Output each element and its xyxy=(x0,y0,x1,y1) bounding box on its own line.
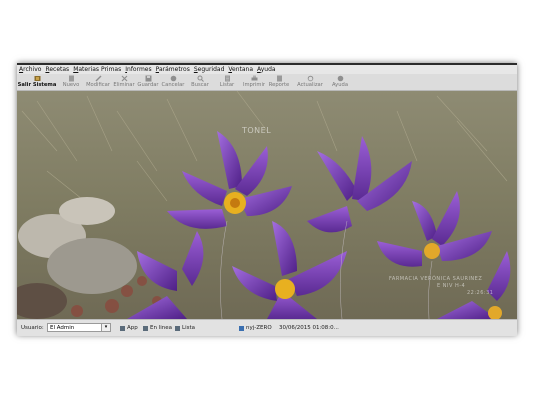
ready-status: Lista xyxy=(175,320,195,336)
cancel-icon xyxy=(170,75,177,82)
print-icon xyxy=(251,75,258,82)
delete-icon xyxy=(121,75,128,82)
refresh-button[interactable]: Actualizar xyxy=(296,74,324,90)
new-button[interactable]: Nuevo xyxy=(61,74,81,90)
online-status: En linea xyxy=(143,320,172,336)
watermark-right-line3: 22:26:31 xyxy=(467,290,494,296)
watermark-center: TONEL xyxy=(242,126,272,135)
watermark-right-line1: FARMACIA VERÓNICA SAURINEZ xyxy=(389,276,483,282)
new-label: Nuevo xyxy=(62,82,80,88)
app-label: App xyxy=(127,325,138,331)
search-label: Buscar xyxy=(191,82,209,88)
cancel-label: Cancelar xyxy=(161,82,185,88)
edit-button[interactable]: Modificar xyxy=(85,74,111,90)
edit-icon xyxy=(95,75,102,82)
list-icon xyxy=(224,75,231,82)
delete-label: Eliminar xyxy=(113,82,135,88)
menu-materias-primas[interactable]: Materias Primas xyxy=(73,65,121,74)
list-label: Listar xyxy=(219,82,235,88)
print-button[interactable]: Imprimir xyxy=(242,74,266,90)
menu-seguridad[interactable]: Seguridad xyxy=(194,65,225,74)
menu-ventana[interactable]: Ventana xyxy=(228,65,253,74)
machine-status: nyj-ZERO xyxy=(239,320,272,336)
refresh-label: Actualizar xyxy=(297,82,323,88)
help-label: Ayuda xyxy=(331,82,349,88)
watermark-right-line2: E NIV H-4 xyxy=(437,283,466,289)
search-button[interactable]: Buscar xyxy=(190,74,210,90)
menu-informes[interactable]: Informes xyxy=(125,65,151,74)
menu-recetas[interactable]: Recetas xyxy=(45,65,69,74)
cancel-button[interactable]: Cancelar xyxy=(161,74,185,90)
new-icon xyxy=(68,75,75,82)
online-label: En linea xyxy=(150,325,173,331)
computer-icon xyxy=(239,325,244,331)
toolbar: Salir Sistema Nuevo Modificar Eliminar G… xyxy=(17,74,517,91)
delete-button[interactable]: Eliminar xyxy=(112,74,136,90)
menu-parametros[interactable]: Parámetros xyxy=(156,65,190,74)
app-status: App xyxy=(120,320,138,336)
exit-system-label: Salir Sistema xyxy=(17,82,57,88)
menu-bar: Archivo Recetas Materias Primas Informes… xyxy=(17,65,517,74)
chevron-down-icon[interactable]: ▾ xyxy=(101,323,111,332)
ready-icon xyxy=(175,325,180,331)
save-icon xyxy=(145,75,152,82)
menu-ayuda[interactable]: Ayuda xyxy=(257,65,276,74)
report-label: Reporte xyxy=(268,82,290,88)
machine-name: nyj-ZERO xyxy=(246,325,272,331)
list-button[interactable]: Listar xyxy=(218,74,236,90)
menu-archivo[interactable]: Archivo xyxy=(19,65,41,74)
print-label: Imprimir xyxy=(242,82,266,88)
help-icon xyxy=(337,75,344,82)
save-button[interactable]: Guardar xyxy=(137,74,159,90)
exit-system-button[interactable]: Salir Sistema xyxy=(18,74,56,90)
online-icon xyxy=(143,325,148,331)
search-icon xyxy=(197,75,204,82)
report-icon xyxy=(276,75,283,82)
desktop-background: TONEL FARMACIA VERÓNICA SAURINEZ E NIV H… xyxy=(17,91,517,319)
report-button[interactable]: Reporte xyxy=(267,74,291,90)
help-button[interactable]: Ayuda xyxy=(330,74,350,90)
user-select-value: El Admin xyxy=(50,325,75,331)
edit-label: Modificar xyxy=(86,82,110,88)
user-label: Usuario: xyxy=(21,325,44,331)
save-label: Guardar xyxy=(137,82,159,88)
ready-label: Lista xyxy=(182,325,195,331)
refresh-icon xyxy=(307,75,314,82)
app-window: Archivo Recetas Materias Primas Informes… xyxy=(17,63,517,336)
datetime: 30/06/2015 01:08:0... xyxy=(279,325,339,331)
exit-icon xyxy=(34,75,41,82)
status-bar: Usuario: El Admin ▾ App En linea Lista n… xyxy=(17,319,517,336)
app-icon xyxy=(120,325,125,331)
